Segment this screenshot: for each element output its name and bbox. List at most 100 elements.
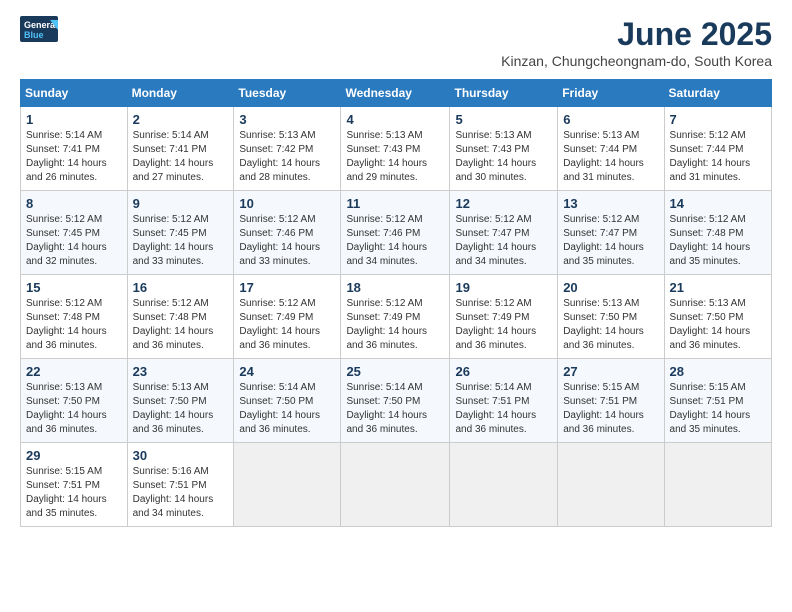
day-number: 28 <box>670 364 766 379</box>
day-info: Sunrise: 5:15 AM Sunset: 7:51 PM Dayligh… <box>670 381 766 437</box>
day-info: Sunrise: 5:12 AM Sunset: 7:46 PM Dayligh… <box>239 213 335 269</box>
calendar-header-tuesday: Tuesday <box>234 80 341 107</box>
calendar-cell: 24 Sunrise: 5:14 AM Sunset: 7:50 PM Dayl… <box>234 359 341 443</box>
day-info: Sunrise: 5:15 AM Sunset: 7:51 PM Dayligh… <box>563 381 658 437</box>
day-info: Sunrise: 5:13 AM Sunset: 7:43 PM Dayligh… <box>346 129 444 185</box>
day-number: 1 <box>26 112 122 127</box>
calendar-week-1: 1 Sunrise: 5:14 AM Sunset: 7:41 PM Dayli… <box>21 107 772 191</box>
calendar-cell: 30 Sunrise: 5:16 AM Sunset: 7:51 PM Dayl… <box>127 443 234 527</box>
day-info: Sunrise: 5:16 AM Sunset: 7:51 PM Dayligh… <box>133 465 229 521</box>
calendar-cell <box>664 443 771 527</box>
day-info: Sunrise: 5:12 AM Sunset: 7:49 PM Dayligh… <box>455 297 552 353</box>
day-info: Sunrise: 5:13 AM Sunset: 7:50 PM Dayligh… <box>563 297 658 353</box>
calendar-header-row: SundayMondayTuesdayWednesdayThursdayFrid… <box>21 80 772 107</box>
day-info: Sunrise: 5:14 AM Sunset: 7:50 PM Dayligh… <box>346 381 444 437</box>
calendar-cell: 10 Sunrise: 5:12 AM Sunset: 7:46 PM Dayl… <box>234 191 341 275</box>
calendar-cell: 7 Sunrise: 5:12 AM Sunset: 7:44 PM Dayli… <box>664 107 771 191</box>
calendar-week-2: 8 Sunrise: 5:12 AM Sunset: 7:45 PM Dayli… <box>21 191 772 275</box>
day-info: Sunrise: 5:12 AM Sunset: 7:46 PM Dayligh… <box>346 213 444 269</box>
day-info: Sunrise: 5:12 AM Sunset: 7:44 PM Dayligh… <box>670 129 766 185</box>
day-info: Sunrise: 5:14 AM Sunset: 7:41 PM Dayligh… <box>133 129 229 185</box>
day-info: Sunrise: 5:12 AM Sunset: 7:48 PM Dayligh… <box>26 297 122 353</box>
day-info: Sunrise: 5:12 AM Sunset: 7:49 PM Dayligh… <box>239 297 335 353</box>
day-info: Sunrise: 5:14 AM Sunset: 7:41 PM Dayligh… <box>26 129 122 185</box>
day-info: Sunrise: 5:12 AM Sunset: 7:48 PM Dayligh… <box>670 213 766 269</box>
calendar-cell: 28 Sunrise: 5:15 AM Sunset: 7:51 PM Dayl… <box>664 359 771 443</box>
subtitle: Kinzan, Chungcheongnam-do, South Korea <box>501 53 772 69</box>
day-number: 14 <box>670 196 766 211</box>
day-number: 24 <box>239 364 335 379</box>
day-number: 22 <box>26 364 122 379</box>
day-info: Sunrise: 5:12 AM Sunset: 7:45 PM Dayligh… <box>133 213 229 269</box>
calendar-cell: 20 Sunrise: 5:13 AM Sunset: 7:50 PM Dayl… <box>558 275 664 359</box>
day-info: Sunrise: 5:13 AM Sunset: 7:43 PM Dayligh… <box>455 129 552 185</box>
day-number: 30 <box>133 448 229 463</box>
calendar-cell: 13 Sunrise: 5:12 AM Sunset: 7:47 PM Dayl… <box>558 191 664 275</box>
calendar-cell: 16 Sunrise: 5:12 AM Sunset: 7:48 PM Dayl… <box>127 275 234 359</box>
calendar-cell: 18 Sunrise: 5:12 AM Sunset: 7:49 PM Dayl… <box>341 275 450 359</box>
calendar-week-4: 22 Sunrise: 5:13 AM Sunset: 7:50 PM Dayl… <box>21 359 772 443</box>
day-number: 8 <box>26 196 122 211</box>
calendar-cell <box>450 443 558 527</box>
day-number: 5 <box>455 112 552 127</box>
day-number: 7 <box>670 112 766 127</box>
calendar-cell: 3 Sunrise: 5:13 AM Sunset: 7:42 PM Dayli… <box>234 107 341 191</box>
calendar-header-saturday: Saturday <box>664 80 771 107</box>
day-number: 19 <box>455 280 552 295</box>
calendar-cell: 2 Sunrise: 5:14 AM Sunset: 7:41 PM Dayli… <box>127 107 234 191</box>
day-info: Sunrise: 5:14 AM Sunset: 7:50 PM Dayligh… <box>239 381 335 437</box>
day-number: 25 <box>346 364 444 379</box>
page: General Blue June 2025 Kinzan, Chungcheo… <box>0 0 792 543</box>
calendar-cell: 11 Sunrise: 5:12 AM Sunset: 7:46 PM Dayl… <box>341 191 450 275</box>
calendar-table: SundayMondayTuesdayWednesdayThursdayFrid… <box>20 79 772 527</box>
calendar-cell: 27 Sunrise: 5:15 AM Sunset: 7:51 PM Dayl… <box>558 359 664 443</box>
day-info: Sunrise: 5:12 AM Sunset: 7:47 PM Dayligh… <box>455 213 552 269</box>
calendar-cell: 22 Sunrise: 5:13 AM Sunset: 7:50 PM Dayl… <box>21 359 128 443</box>
day-number: 12 <box>455 196 552 211</box>
title-block: June 2025 Kinzan, Chungcheongnam-do, Sou… <box>501 16 772 69</box>
calendar-cell: 5 Sunrise: 5:13 AM Sunset: 7:43 PM Dayli… <box>450 107 558 191</box>
calendar-cell: 19 Sunrise: 5:12 AM Sunset: 7:49 PM Dayl… <box>450 275 558 359</box>
day-number: 13 <box>563 196 658 211</box>
day-number: 6 <box>563 112 658 127</box>
day-number: 3 <box>239 112 335 127</box>
day-info: Sunrise: 5:13 AM Sunset: 7:50 PM Dayligh… <box>26 381 122 437</box>
calendar-cell: 23 Sunrise: 5:13 AM Sunset: 7:50 PM Dayl… <box>127 359 234 443</box>
logo-icon: General Blue <box>20 16 58 42</box>
calendar-header-thursday: Thursday <box>450 80 558 107</box>
day-info: Sunrise: 5:13 AM Sunset: 7:50 PM Dayligh… <box>670 297 766 353</box>
day-number: 23 <box>133 364 229 379</box>
calendar-header-wednesday: Wednesday <box>341 80 450 107</box>
day-number: 11 <box>346 196 444 211</box>
calendar-cell: 15 Sunrise: 5:12 AM Sunset: 7:48 PM Dayl… <box>21 275 128 359</box>
calendar-cell: 29 Sunrise: 5:15 AM Sunset: 7:51 PM Dayl… <box>21 443 128 527</box>
day-number: 29 <box>26 448 122 463</box>
day-number: 27 <box>563 364 658 379</box>
day-number: 15 <box>26 280 122 295</box>
calendar-header-friday: Friday <box>558 80 664 107</box>
day-number: 20 <box>563 280 658 295</box>
svg-text:Blue: Blue <box>24 30 44 40</box>
calendar-cell <box>234 443 341 527</box>
day-info: Sunrise: 5:13 AM Sunset: 7:42 PM Dayligh… <box>239 129 335 185</box>
calendar-week-5: 29 Sunrise: 5:15 AM Sunset: 7:51 PM Dayl… <box>21 443 772 527</box>
day-number: 17 <box>239 280 335 295</box>
day-number: 9 <box>133 196 229 211</box>
calendar-cell <box>558 443 664 527</box>
calendar-cell: 17 Sunrise: 5:12 AM Sunset: 7:49 PM Dayl… <box>234 275 341 359</box>
day-info: Sunrise: 5:12 AM Sunset: 7:49 PM Dayligh… <box>346 297 444 353</box>
logo: General Blue <box>20 16 58 42</box>
day-info: Sunrise: 5:15 AM Sunset: 7:51 PM Dayligh… <box>26 465 122 521</box>
calendar-cell: 6 Sunrise: 5:13 AM Sunset: 7:44 PM Dayli… <box>558 107 664 191</box>
calendar-cell: 25 Sunrise: 5:14 AM Sunset: 7:50 PM Dayl… <box>341 359 450 443</box>
calendar-cell: 21 Sunrise: 5:13 AM Sunset: 7:50 PM Dayl… <box>664 275 771 359</box>
calendar-header-sunday: Sunday <box>21 80 128 107</box>
month-title: June 2025 <box>501 16 772 53</box>
day-number: 4 <box>346 112 444 127</box>
day-number: 18 <box>346 280 444 295</box>
calendar-header-monday: Monday <box>127 80 234 107</box>
header: General Blue June 2025 Kinzan, Chungcheo… <box>20 16 772 69</box>
calendar-cell: 14 Sunrise: 5:12 AM Sunset: 7:48 PM Dayl… <box>664 191 771 275</box>
day-info: Sunrise: 5:13 AM Sunset: 7:50 PM Dayligh… <box>133 381 229 437</box>
day-info: Sunrise: 5:14 AM Sunset: 7:51 PM Dayligh… <box>455 381 552 437</box>
